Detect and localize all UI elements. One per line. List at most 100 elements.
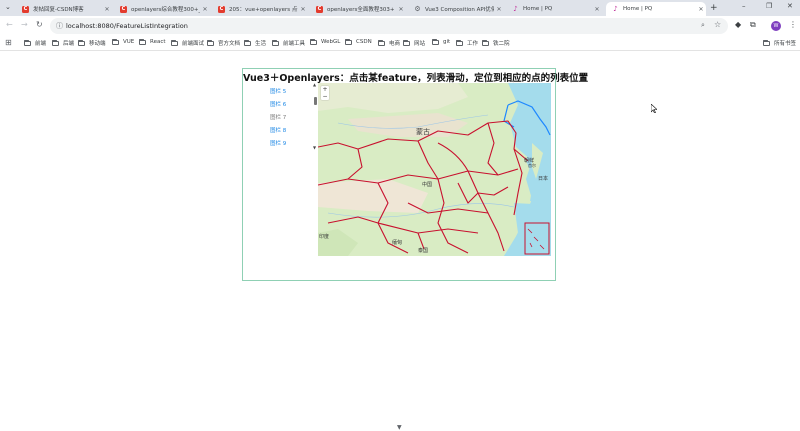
restore-button[interactable]: ❐	[766, 2, 772, 10]
mouse-cursor-icon	[651, 104, 657, 113]
bookmark-folder[interactable]: 生活	[244, 39, 266, 47]
list-item[interactable]: 图栏 6	[260, 99, 315, 112]
site-info-icon[interactable]: ⓘ	[56, 21, 63, 31]
folder-icon	[378, 39, 385, 46]
browser-tab[interactable]: C 205：vue+openlayers 点击列... ✕	[212, 2, 308, 16]
scroll-up-icon[interactable]: ▲	[313, 82, 316, 87]
close-tab-icon[interactable]: ✕	[298, 6, 308, 13]
tab-title: openlayers综合教程300+_近乎全网	[131, 7, 200, 13]
bookmark-folder[interactable]: 前端工具	[272, 39, 305, 47]
zoom-icon[interactable]: ⌕	[701, 21, 705, 30]
folder-icon	[403, 39, 410, 46]
map-zoom-control: + −	[321, 86, 329, 100]
close-window-button[interactable]: ✕	[787, 2, 793, 10]
tab-search-icon[interactable]: ⌄	[5, 3, 11, 11]
bookmark-folder[interactable]: 电商	[378, 39, 400, 47]
browser-tab[interactable]: C openlayers综合教程300+_近乎全网 ✕	[114, 2, 210, 16]
map-label: 缅甸	[392, 240, 403, 246]
bookmark-folder[interactable]: 官方文档	[207, 39, 240, 47]
page-title: Vue3＋Openlayers：点击某feature，列表滑动，定位到相应的点的…	[243, 73, 589, 84]
folder-icon	[52, 39, 59, 46]
folder-icon	[171, 39, 178, 46]
folder-icon	[432, 38, 439, 45]
folder-icon	[456, 39, 463, 46]
tab-strip: ⌄ C 发帖回复-CSDN博客 ✕ C openlayers综合教程300+_近…	[0, 0, 800, 16]
map-label: 首尔	[528, 163, 536, 168]
close-tab-icon[interactable]: ✕	[396, 6, 406, 13]
tab-title: Home | PQ	[623, 6, 653, 12]
extensions-puzzle-icon[interactable]: ⧉	[750, 20, 756, 30]
bookmark-folder[interactable]: CSDN	[345, 38, 372, 45]
back-icon[interactable]: ←	[6, 20, 13, 29]
menu-kebab-icon[interactable]: ⋮	[789, 20, 797, 29]
minimize-button[interactable]: –	[742, 2, 746, 10]
map-tiles	[318, 83, 551, 256]
bookmark-folder[interactable]: WebGL	[310, 38, 340, 45]
folder-icon	[345, 38, 352, 45]
feature-list[interactable]: 图栏 5 图栏 6 图栏 7 图栏 8 图栏 9	[260, 86, 315, 154]
gear-icon: ⚙	[414, 5, 421, 13]
scroll-down-icon[interactable]: ▼	[313, 145, 316, 150]
browser-tab[interactable]: C openlayers全面教程303+【实... ✕	[310, 2, 406, 16]
browser-tab[interactable]: ♪ Home | PQ ✕	[506, 2, 602, 16]
folder-icon	[139, 38, 146, 45]
csdn-icon: C	[316, 5, 323, 13]
bookmark-folder[interactable]: 工作	[456, 39, 478, 47]
close-tab-icon[interactable]: ✕	[200, 6, 210, 13]
csdn-icon: C	[22, 5, 29, 13]
csdn-icon: C	[120, 5, 127, 13]
close-tab-icon[interactable]: ✕	[696, 6, 706, 13]
forward-icon[interactable]: →	[21, 20, 28, 29]
list-item[interactable]: 图栏 9	[260, 138, 315, 151]
toolbar: ← → ↻ ⓘ localhost:8080/FeatureListIntegr…	[0, 16, 800, 36]
bookmark-star-icon[interactable]: ☆	[714, 20, 721, 29]
folder-icon	[24, 39, 31, 46]
bookmark-folder[interactable]: 后端	[52, 39, 74, 47]
csdn-icon: C	[218, 5, 225, 13]
map-label: 日本	[538, 176, 549, 182]
tab-title: Home | PQ	[523, 6, 553, 12]
bookmark-folder[interactable]: 前端面试	[171, 39, 204, 47]
bookmark-folder[interactable]: VUE	[112, 38, 134, 45]
browser-tab[interactable]: C 发帖回复-CSDN博客 ✕	[16, 2, 112, 16]
list-scrollbar[interactable]: ▲ ▼	[313, 82, 317, 150]
list-item-selected[interactable]: 图栏 7	[260, 112, 315, 125]
bookmark-folder[interactable]: 铁二院	[482, 39, 510, 47]
folder-icon	[272, 39, 279, 46]
close-tab-icon[interactable]: ✕	[102, 6, 112, 13]
map-label: 印度	[319, 234, 330, 240]
pq-icon: ♪	[613, 5, 618, 13]
bookmarks-bar: ⊞ 前端 后端 移动端 VUE React 前端面试 官方文档 生活 前端工具 …	[0, 36, 800, 51]
extension-icon[interactable]: ◆	[735, 20, 741, 29]
avatar[interactable]: W	[771, 21, 781, 31]
new-tab-button[interactable]: +	[710, 3, 718, 13]
bookmark-folder[interactable]: git	[432, 38, 450, 45]
bookmark-folder[interactable]: React	[139, 38, 166, 45]
browser-tab-active[interactable]: ♪ Home | PQ ✕	[606, 2, 706, 16]
close-tab-icon[interactable]: ✕	[592, 6, 602, 13]
reload-icon[interactable]: ↻	[36, 20, 43, 29]
bookmark-folder[interactable]: 移动端	[78, 39, 106, 47]
map-label: 泰国	[418, 248, 429, 254]
pq-icon: ♪	[513, 5, 518, 13]
map-view[interactable]: 蒙古 中国 印度 朝鲜 日本 缅甸 泰国 首尔 + −	[318, 83, 551, 256]
folder-icon	[482, 39, 489, 46]
list-item[interactable]: 图栏 8	[260, 125, 315, 138]
list-item[interactable]: 图栏 5	[260, 86, 315, 99]
url-text[interactable]: localhost:8080/FeatureListIntegration	[66, 22, 188, 30]
close-tab-icon[interactable]: ✕	[494, 6, 504, 13]
tab-title: openlayers全面教程303+【实...	[327, 7, 396, 13]
bookmark-folder[interactable]: 前端	[24, 39, 46, 47]
map-label: 蒙古	[416, 128, 430, 136]
folder-icon	[207, 39, 214, 46]
apps-grid-icon[interactable]: ⊞	[5, 38, 12, 47]
address-bar[interactable]: ⓘ localhost:8080/FeatureListIntegration …	[50, 18, 728, 34]
browser-tab[interactable]: ⚙ Vue3 Composition API优化... ✕	[408, 2, 504, 16]
all-bookmarks-folder[interactable]: 所有书签	[763, 39, 796, 47]
scrollbar-thumb[interactable]	[314, 97, 317, 105]
zoom-in-button[interactable]: +	[321, 86, 329, 93]
map-label: 中国	[422, 182, 433, 188]
folder-icon	[310, 38, 317, 45]
zoom-out-button[interactable]: −	[321, 93, 329, 100]
bookmark-folder[interactable]: 网站	[403, 39, 425, 47]
